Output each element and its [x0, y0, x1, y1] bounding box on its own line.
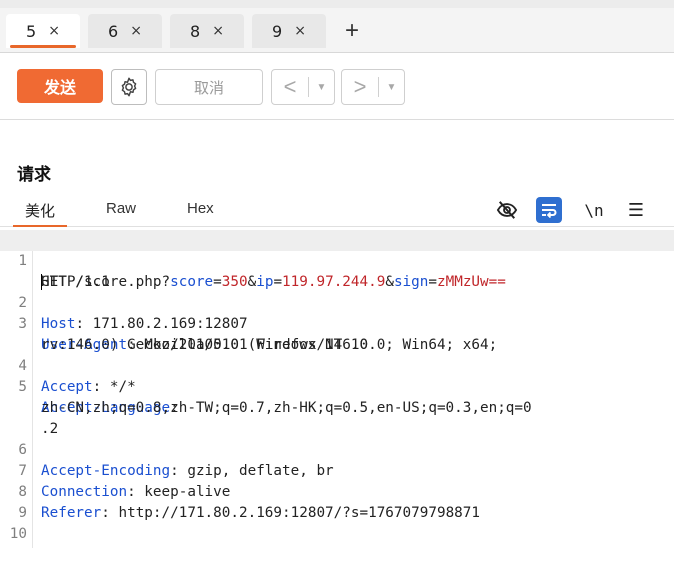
editor-line-9: 9: [0, 482, 674, 521]
newline-toggle-button[interactable]: \n: [581, 197, 607, 223]
newline-icon: \n: [584, 200, 604, 220]
editor-line-5-wrap: .2: [0, 398, 674, 437]
cancel-button[interactable]: 取消: [155, 69, 263, 105]
dropdown-icon[interactable]: ▼: [309, 82, 334, 93]
gear-icon: [121, 77, 137, 97]
menu-icon[interactable]: ☰: [623, 197, 649, 223]
tab-label: 9: [272, 21, 283, 41]
editor-line-10: 10: [0, 503, 674, 542]
settings-button[interactable]: [111, 69, 147, 105]
history-forward-group: > ▼: [341, 69, 405, 105]
tab-label: 6: [108, 21, 119, 41]
tab-hex[interactable]: Hex: [187, 200, 214, 217]
tab-6[interactable]: 6 ×: [88, 14, 162, 48]
tab-label: 8: [190, 21, 201, 41]
eye-off-icon: [496, 201, 518, 219]
tab-raw[interactable]: Raw: [106, 200, 136, 217]
editor-line-4: 4 Accept: */*: [0, 335, 674, 395]
editor-line-6: 6 Accept-Encoding: gzip, deflate, br: [0, 419, 674, 479]
editor-line-5: 5 Accept-Language:: [0, 356, 674, 416]
request-tab-bar: 5 × 6 × 8 × 9 × +: [0, 8, 674, 53]
wrap-lines-button[interactable]: [536, 197, 562, 223]
request-editor[interactable]: 1 GET /score.php?score=350&ip=119.97.244…: [0, 230, 674, 548]
send-button[interactable]: 发送: [17, 69, 103, 103]
editor-line-5-wrap: zh-CN,zh;q=0.8,zh-TW;q=0.7,zh-HK;q=0.5,e…: [0, 377, 674, 416]
editor-line-8: 8 Referer: http://171.80.2.169:12807/?s=…: [0, 461, 674, 521]
hide-nonprintable-button[interactable]: [494, 197, 520, 223]
editor-line-3-wrap: rv:146.0) Gecko/20100101 Firefox/146.0: [0, 314, 674, 353]
tab-label: 5: [26, 21, 37, 41]
close-icon[interactable]: ×: [212, 23, 224, 39]
view-tabs: 美化 Raw Hex \n ☰: [0, 194, 674, 227]
request-toolbar: 发送 取消 < ▼ > ▼: [0, 53, 674, 120]
tab-8[interactable]: 8 ×: [170, 14, 244, 48]
editor-line-1-wrap: HTTP/1.1: [0, 251, 674, 290]
tab-9[interactable]: 9 ×: [252, 14, 326, 48]
tab-5[interactable]: 5 ×: [6, 14, 80, 48]
editor-line-1: 1 GET /score.php?score=350&ip=119.97.244…: [0, 230, 674, 290]
chevron-left-icon[interactable]: <: [272, 70, 308, 104]
request-panel: 请求 美化 Raw Hex \n ☰ 1 GET /score.php?scor…: [0, 120, 674, 548]
chevron-right-icon[interactable]: >: [342, 70, 378, 104]
wrap-icon: [542, 204, 557, 218]
tab-pretty[interactable]: 美化: [12, 200, 68, 227]
history-back-group: < ▼: [271, 69, 335, 105]
editor-line-3: 3 User-Agent: Mozilla/5.0 (Windows NT 10…: [0, 293, 674, 353]
plus-icon[interactable]: +: [340, 18, 364, 44]
editor-line-7: 7 Connection: keep-alive: [0, 440, 674, 500]
close-icon[interactable]: ×: [48, 23, 60, 39]
dropdown-icon[interactable]: ▼: [379, 82, 404, 93]
close-icon[interactable]: ×: [130, 23, 142, 39]
line-number: 10: [9, 526, 27, 542]
panel-title: 请求: [17, 165, 51, 185]
editor-line-2: 2 Host: 171.80.2.169:12807: [0, 272, 674, 332]
close-icon[interactable]: ×: [294, 23, 306, 39]
